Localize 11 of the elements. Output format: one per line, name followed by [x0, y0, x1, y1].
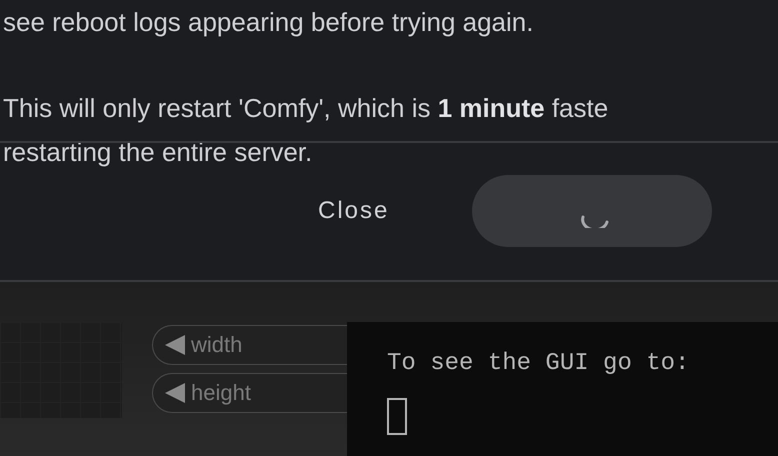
- spinner-icon: [580, 214, 610, 228]
- input-slot[interactable]: width: [152, 325, 347, 365]
- input-slot[interactable]: height: [152, 373, 347, 413]
- text-cursor: [387, 398, 407, 435]
- terminal-text: To see the GUI go to:: [387, 349, 690, 379]
- message-text: see reboot logs appearing before trying again.: [2, 6, 534, 39]
- left-arrow-icon: [165, 335, 185, 355]
- message-text: restarting the entire server.: [2, 136, 314, 169]
- close-button[interactable]: Close: [312, 191, 396, 231]
- left-arrow-icon: [165, 383, 185, 403]
- message-text: This will only restart 'Comfy', which is 1 minute faste: [2, 92, 610, 125]
